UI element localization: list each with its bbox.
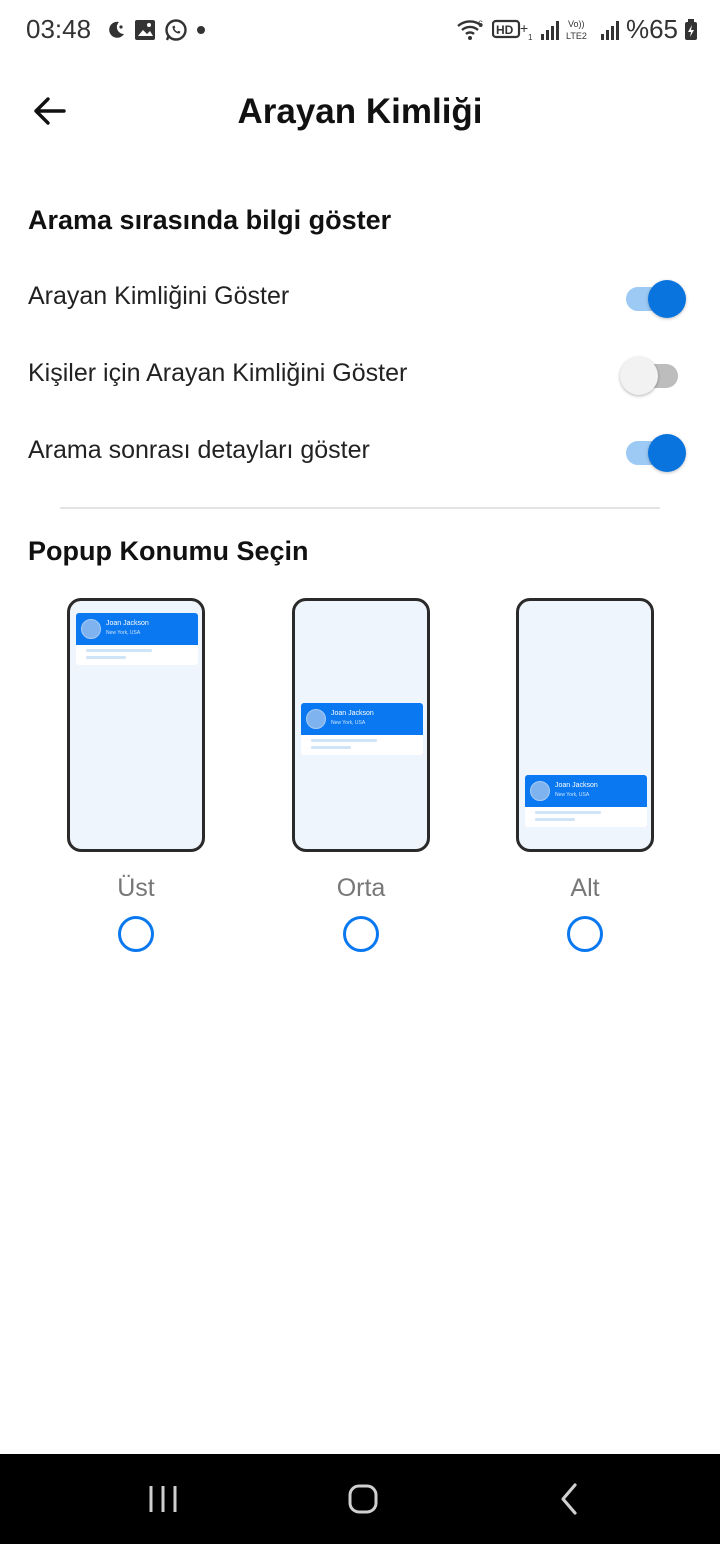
setting-row-contacts-caller-id[interactable]: Kişiler için Arayan Kimliğini Göster [0, 339, 720, 409]
phone-preview: Joan Jackson New York, USA [516, 598, 654, 852]
signal-icon [600, 20, 619, 40]
popup-option-bottom[interactable]: Joan Jackson New York, USA Alt [516, 598, 656, 958]
svg-text:Vo)): Vo)) [568, 19, 585, 29]
popup-preview: Joan Jackson New York, USA [525, 775, 647, 827]
popup-preview: Joan Jackson New York, USA [301, 703, 423, 755]
signal-icon [540, 20, 559, 40]
popup-header: Joan Jackson New York, USA [76, 613, 198, 645]
popup-text-line [535, 811, 601, 814]
popup-preview: Joan Jackson New York, USA [76, 613, 198, 665]
status-right: 6 HD +1 Vo)) LTE2 %65 [456, 14, 698, 45]
popup-header: Joan Jackson New York, USA [301, 703, 423, 735]
option-label: Üst [117, 874, 155, 902]
radio-middle[interactable] [343, 916, 379, 952]
back-icon [561, 1483, 577, 1515]
volte-icon: Vo)) LTE2 [566, 19, 587, 41]
svg-text:LTE2: LTE2 [566, 31, 587, 41]
popup-header: Joan Jackson New York, USA [525, 775, 647, 807]
toggle-knob [648, 434, 686, 472]
popup-text-line [311, 739, 377, 742]
toggle-after-call-details[interactable] [626, 434, 686, 472]
phone-preview: Joan Jackson New York, USA [292, 598, 430, 852]
avatar-icon [306, 709, 326, 729]
popup-text-line [535, 818, 575, 821]
avatar-icon [81, 619, 101, 639]
option-label: Alt [570, 874, 600, 902]
popup-caller-location: New York, USA [331, 720, 366, 726]
app-bar: Arayan Kimliği [0, 72, 720, 152]
popup-caller-name: Joan Jackson [555, 782, 598, 789]
toggle-knob [648, 280, 686, 318]
option-label: Orta [336, 874, 386, 902]
system-back-button[interactable] [546, 1479, 592, 1519]
section-title-info: Arama sırasında bilgi göster [28, 205, 392, 235]
svg-text:1: 1 [528, 33, 533, 42]
dot-icon [197, 26, 205, 34]
popup-caller-name: Joan Jackson [331, 710, 374, 717]
popup-caller-location: New York, USA [555, 792, 590, 798]
popup-text-line [311, 746, 351, 749]
toggle-knob [620, 357, 658, 395]
moon-icon [109, 21, 124, 38]
battery-percent: %65 [625, 14, 678, 44]
section-title-popup: Popup Konumu Seçin [28, 536, 309, 566]
radio-top[interactable] [118, 916, 154, 952]
setting-label: Arayan Kimliğini Göster [28, 282, 290, 310]
divider [60, 507, 660, 509]
svg-text:6: 6 [478, 19, 483, 29]
popup-option-top[interactable]: Joan Jackson New York, USA Üst [67, 598, 207, 958]
popup-text-line [86, 656, 126, 659]
popup-caller-location: New York, USA [106, 630, 141, 636]
image-icon [135, 20, 155, 40]
status-left-icons [106, 18, 206, 42]
popup-text-line [86, 649, 152, 652]
status-bar: 03:48 6 HD +1 Vo)) LTE2 %65 [0, 0, 720, 62]
wifi-icon: 6 [457, 19, 483, 40]
popup-caller-name: Joan Jackson [106, 620, 149, 627]
battery-icon [685, 18, 697, 40]
setting-row-show-caller-id[interactable]: Arayan Kimliğini Göster [0, 262, 720, 332]
svg-text:+: + [520, 20, 528, 36]
toggle-contacts-caller-id[interactable] [620, 357, 686, 395]
home-icon [348, 1484, 378, 1514]
status-time: 03:48 [26, 14, 92, 44]
setting-label: Arama sonrası detayları göster [28, 436, 370, 464]
popup-option-middle[interactable]: Joan Jackson New York, USA Orta [292, 598, 432, 958]
avatar-icon [530, 781, 550, 801]
phone-preview: Joan Jackson New York, USA [67, 598, 205, 852]
setting-row-after-call-details[interactable]: Arama sonrası detayları göster [0, 416, 720, 486]
radio-bottom[interactable] [567, 916, 603, 952]
recent-apps-button[interactable] [140, 1479, 186, 1519]
hd-icon: HD +1 [491, 19, 533, 42]
home-button[interactable] [340, 1479, 386, 1519]
navigation-bar [0, 1454, 720, 1544]
setting-label: Kişiler için Arayan Kimliğini Göster [28, 359, 408, 387]
toggle-show-caller-id[interactable] [626, 280, 686, 318]
svg-text:HD: HD [496, 23, 514, 37]
page-title: Arayan Kimliği [237, 92, 483, 131]
whatsapp-icon [165, 19, 187, 41]
recent-apps-icon [149, 1486, 177, 1512]
